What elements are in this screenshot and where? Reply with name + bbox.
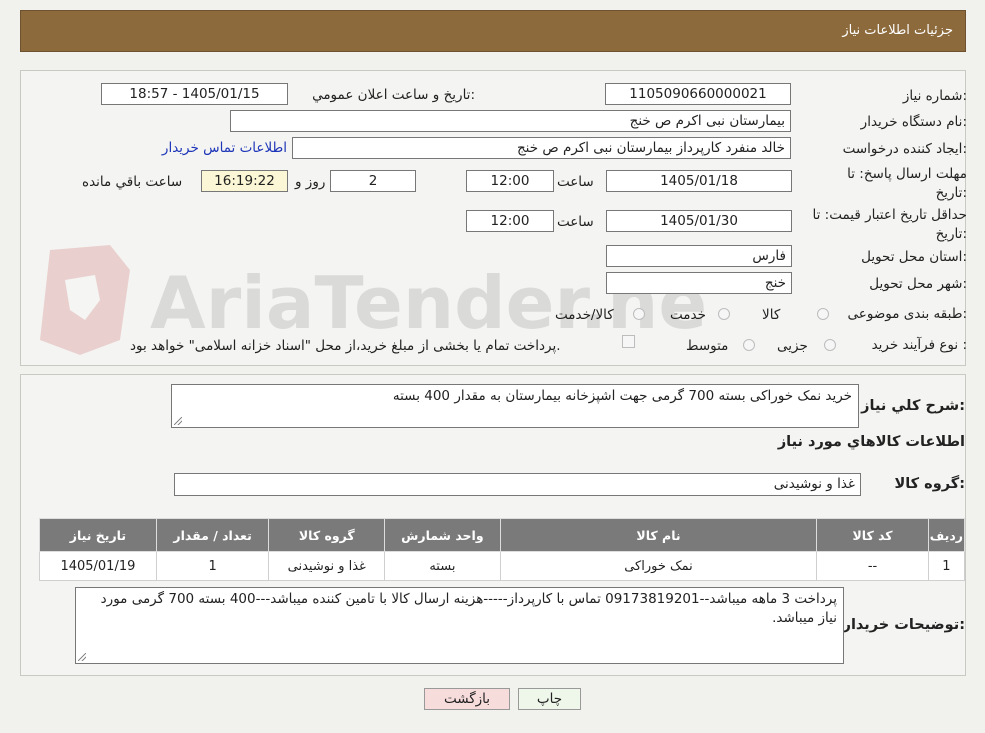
need-number-field: 1105090660000021: [605, 83, 791, 105]
announce-date-label: تاریخ و ساعت اعلان عمومي:: [312, 87, 475, 103]
category-both-label: کالا/خدمت: [555, 307, 614, 323]
province-label: استان محل تحويل:: [861, 249, 967, 265]
price-time-field: 12:00: [466, 210, 554, 232]
summary-label: شرح کلي نياز:: [861, 398, 965, 414]
reply-time-label: ساعت: [557, 174, 594, 190]
price-time-label: ساعت: [557, 214, 594, 230]
table-cell: 1: [927, 551, 966, 581]
buyer-org-label: نام دستگاه خريدار:: [860, 114, 967, 130]
need-number-label: شماره نیاز:: [902, 88, 967, 104]
col-qty-header: تعداد / مقدار: [155, 518, 270, 552]
goods-info-title: اطلاعات کالاهاي مورد نياز: [777, 434, 965, 450]
category-service-label: خدمت: [670, 307, 706, 323]
process-type-label: نوع فرآیند خرید :: [871, 337, 967, 353]
print-button[interactable]: چاپ: [518, 688, 581, 710]
page-header: جزئیات اطلاعات نیاز: [20, 10, 966, 52]
reply-deadline-label: مهلت ارسال پاسخ: تا تاريخ:: [847, 166, 967, 201]
goods-group-field: غذا و نوشیدنی: [174, 473, 861, 496]
treasury-payment-checkbox[interactable]: [622, 335, 635, 348]
table-cell: بسته: [384, 551, 501, 581]
buyer-org-field: بیمارستان نبی اکرم ص خنج: [230, 110, 791, 132]
items-table-container: رديف کد کالا نام کالا واحد شمارش گروه کا…: [39, 518, 966, 581]
creator-label: ايجاد كننده درخواست:: [842, 141, 967, 157]
col-name-header: نام کالا: [499, 518, 818, 552]
resize-grip-icon[interactable]: [78, 653, 86, 661]
summary-textarea: خرید نمک خوراکی بسته 700 گرمی جهت اشپزخا…: [171, 384, 859, 428]
table-cell: 1405/01/19: [39, 551, 157, 581]
announce-date-field: 1405/01/15 - 18:57: [101, 83, 288, 105]
goods-group-label: گروه کالا:: [894, 476, 965, 492]
table-cell: 1: [155, 551, 270, 581]
remaining-time-label: ساعت باقي مانده: [82, 174, 183, 190]
table-header-row: رديف کد کالا نام کالا واحد شمارش گروه کا…: [39, 518, 966, 552]
table-row: 1 -- نمک خوراکی بسته غذا و نوشیدنی 1 140…: [39, 551, 966, 581]
process-medium-radio[interactable]: [743, 339, 755, 351]
treasury-payment-note: پرداخت تمام یا بخشی از مبلغ خرید،از محل …: [130, 338, 561, 354]
reply-date-field: 1405/01/18: [606, 170, 792, 192]
summary-text: خرید نمک خوراکی بسته 700 گرمی جهت اشپزخا…: [392, 388, 852, 404]
col-unit-header: واحد شمارش: [384, 518, 501, 552]
process-minor-label: جزیی: [777, 338, 808, 354]
buyer-contact-link[interactable]: اطلاعات تماس خريدار: [162, 140, 287, 156]
buyer-notes-text: پرداخت 3 ماهه میباشد--09173819201 تماس ب…: [100, 591, 837, 626]
items-table: رديف کد کالا نام کالا واحد شمارش گروه کا…: [39, 518, 966, 581]
col-group-header: گروه کالا: [268, 518, 386, 552]
col-date-header: تاريخ نياز: [39, 518, 157, 552]
category-both-radio[interactable]: [633, 308, 645, 320]
process-minor-radio[interactable]: [824, 339, 836, 351]
category-goods-radio[interactable]: [817, 308, 829, 320]
price-date-field: 1405/01/30: [606, 210, 792, 232]
city-label: شهر محل تحويل:: [869, 276, 967, 292]
page-title: جزئیات اطلاعات نیاز: [842, 23, 953, 38]
reply-time-field: 12:00: [466, 170, 554, 192]
category-service-radio[interactable]: [718, 308, 730, 320]
table-cell: نمک خوراکی: [499, 551, 818, 581]
city-field: خنج: [606, 272, 792, 294]
table-cell: --: [816, 551, 929, 581]
table-cell: غذا و نوشیدنی: [268, 551, 386, 581]
back-button[interactable]: بازگشت: [424, 688, 510, 710]
creator-field: خالد منفرد کارپرداز بیمارستان نبی اکرم ص…: [292, 137, 791, 159]
category-goods-label: کالا: [762, 307, 781, 323]
col-code-header: کد کالا: [816, 518, 929, 552]
remaining-time-field: 16:19:22: [201, 170, 288, 192]
buyer-notes-label: توضيحات خريدار:: [842, 617, 965, 633]
col-row-header: رديف: [927, 518, 966, 552]
resize-grip-icon[interactable]: [174, 417, 182, 425]
days-label: روز و: [295, 174, 326, 190]
buyer-notes-textarea: پرداخت 3 ماهه میباشد--09173819201 تماس ب…: [75, 587, 844, 664]
price-validity-label: حداقل تاريخ اعتبار قيمت: تا تاريخ:: [812, 207, 967, 242]
category-label: طبقه بندی موضوعی:: [847, 306, 967, 322]
days-field: 2: [330, 170, 416, 192]
process-medium-label: متوسط: [686, 338, 729, 354]
province-field: فارس: [606, 245, 792, 267]
